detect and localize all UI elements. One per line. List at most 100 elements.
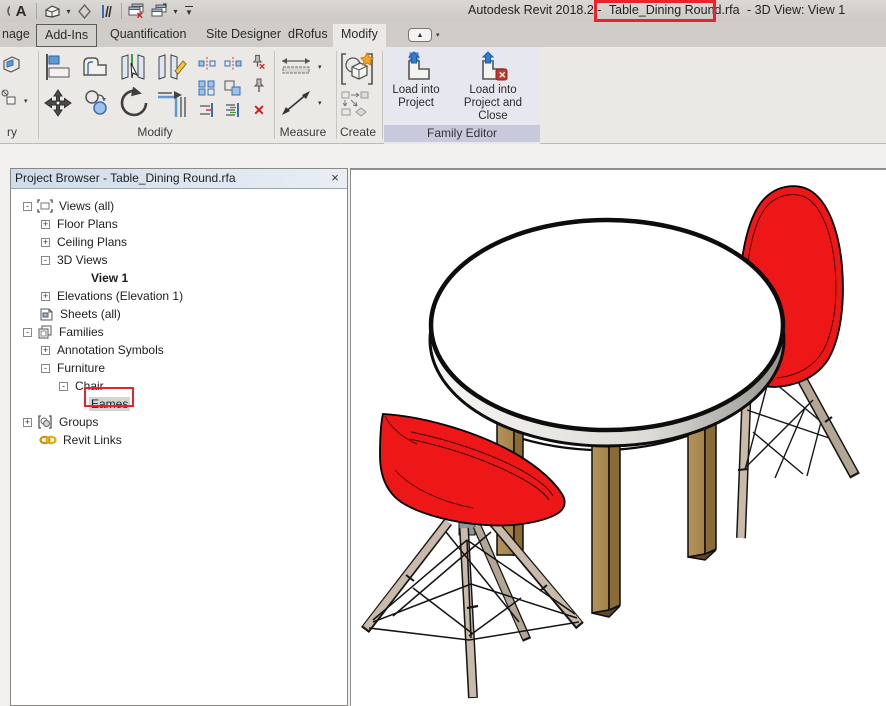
sheets-icon [39,307,54,321]
load-into-project-icon [400,51,432,81]
panel-separator [38,51,39,139]
tab-manage-partial[interactable]: nage [0,24,38,47]
tab-site-designer[interactable]: Site Designer [198,24,289,47]
tree-item-elevations[interactable]: + Elevations (Elevation 1) [41,287,185,305]
render-icon[interactable] [73,1,95,21]
expand-icon[interactable]: + [23,418,32,427]
offset-icon[interactable] [80,53,110,81]
load-as-group-icon[interactable] [341,91,371,117]
separator [36,3,37,19]
default-3d-view-caret-icon[interactable]: ▾ [63,1,73,21]
trim-extend-corner-icon[interactable] [156,89,190,119]
measure-panel-label[interactable]: Measure [272,125,334,141]
tree-item-view-1[interactable]: View 1 [89,269,130,287]
chair-left[interactable] [365,414,580,698]
load-into-project-close-button[interactable]: ✕ Load into Project and Close [448,51,538,123]
expand-icon[interactable]: + [41,220,50,229]
expand-icon[interactable]: + [41,238,50,247]
geometry-panel-label: ry [0,125,24,141]
close-icon[interactable]: × [327,170,343,186]
collapse-icon[interactable]: - [41,364,50,373]
tree-item-families[interactable]: - Annotation Symbols Families [23,323,106,341]
tree-item-floor-plans[interactable]: + Floor Plans [41,215,120,233]
tree-item-views[interactable]: - Views (all) [23,197,116,215]
tab-modify[interactable]: Modify [333,24,386,47]
move-icon[interactable] [42,89,74,119]
ribbon: ▾ ry [0,47,886,144]
tree-item-groups[interactable]: + Groups [23,413,100,431]
tree-item-chair[interactable]: - Chair [59,377,106,395]
tab-add-ins[interactable]: Add-Ins [36,24,97,47]
trim-extend-multiple-icon[interactable] [224,101,242,119]
copy-icon[interactable] [82,89,112,117]
table-top[interactable] [430,220,784,446]
rotate-icon[interactable] [118,87,152,119]
collapse-icon[interactable]: - [23,202,32,211]
collapse-icon[interactable]: - [59,382,68,391]
join-caret-icon[interactable]: ▾ [24,97,28,105]
collapse-icon[interactable]: - [41,256,50,265]
ribbon-display-toggle[interactable]: ▲ ▾ [408,27,444,43]
pin-icon[interactable] [250,77,268,95]
tree-item-3d-views[interactable]: - 3D Views [41,251,109,269]
cut-geometry-icon[interactable] [0,55,22,75]
title-prefix: Autodesk Revit 2018.2 - [468,3,601,17]
project-browser-title[interactable]: Project Browser - Table_Dining Round.rfa [11,169,347,189]
quick-access-toolbar: A ▾ [0,0,198,22]
measure-linear-icon[interactable] [280,55,314,75]
load-into-project-button[interactable]: Load into Project [386,51,446,110]
measure-angular-caret-icon[interactable]: ▾ [318,99,322,107]
tree-item-annotation-symbols[interactable]: + Annotation Symbols [41,341,166,359]
ribbon-tab-bar: nage Add-Ins Quantification Site Designe… [0,22,886,47]
switch-windows-caret-icon[interactable]: ▾ [170,1,180,21]
join-geometry-icon[interactable] [0,89,20,107]
trim-extend-single-icon[interactable] [198,101,216,119]
expand-icon[interactable]: + [41,292,50,301]
split-with-gap-icon[interactable] [155,53,187,81]
views-icon [37,199,53,213]
load-into-project-close-icon: ✕ [476,51,510,81]
unpin-icon[interactable]: ✕ [249,53,267,71]
minimize-ribbon-icon[interactable]: ▲ [408,28,432,42]
scale-icon[interactable] [224,79,242,97]
create-panel-label[interactable]: Create [336,125,380,141]
tab-drofus[interactable]: dRofus [280,24,336,47]
array-icon[interactable] [198,79,216,97]
default-3d-view-icon[interactable] [41,1,63,21]
measure-linear-caret-icon[interactable]: ▾ [318,63,322,71]
collapse-icon[interactable]: - [23,328,32,337]
measure-angular-icon[interactable] [280,89,314,117]
tree-item-revit-links[interactable]: Revit Links [39,431,124,449]
mirror-draw-axis-icon[interactable] [224,55,242,73]
tree-item-ceiling-plans[interactable]: + Ceiling Plans [41,233,129,251]
tree-item-sheets[interactable]: Sheets (all) [39,305,123,323]
ribbon-toggle-caret-icon[interactable]: ▾ [436,31,440,39]
expand-icon[interactable]: + [41,346,50,355]
section-icon[interactable] [95,1,117,21]
panel-separator [382,51,383,139]
svg-text:✕: ✕ [499,70,507,80]
switch-windows-icon[interactable] [148,1,170,21]
options-bar [0,145,886,168]
close-hidden-windows-icon[interactable]: ✕ [126,1,148,21]
partial-icon[interactable] [0,1,10,21]
split-element-icon[interactable] [118,53,150,81]
project-browser: Project Browser - Table_Dining Round.rfa… [10,168,348,706]
mirror-pick-axis-icon[interactable] [198,55,216,73]
tree-item-eames[interactable]: Eames [89,395,130,413]
align-icon[interactable] [43,53,73,81]
tree-item-furniture[interactable]: - Furniture [41,359,107,377]
separator [121,3,122,19]
families-icon [37,325,53,339]
family-editor-panel: Load into Project ✕ Load into Project an… [384,47,540,144]
create-group-icon[interactable] [340,51,374,87]
customize-qat-icon[interactable]: ▼ [180,1,198,21]
delete-icon[interactable]: ✕ [250,101,268,119]
drawing-area-3d-view[interactable] [350,168,886,706]
title-filename: Table_Dining Round.rfa [605,3,744,17]
text-tool-icon[interactable]: A [10,1,32,21]
svg-text:✕: ✕ [258,62,265,71]
family-editor-panel-label[interactable]: Family Editor [384,125,540,142]
tab-quantification[interactable]: Quantification [102,24,194,47]
modify-panel-label[interactable]: Modify [100,125,210,141]
